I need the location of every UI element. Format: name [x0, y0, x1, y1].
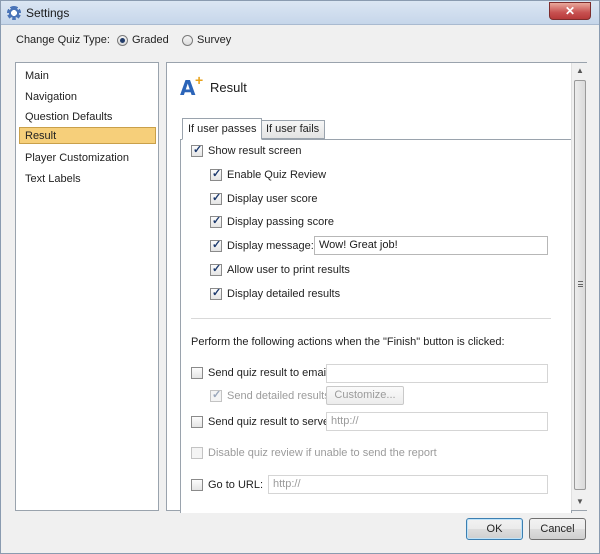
- cancel-button[interactable]: Cancel: [529, 518, 586, 540]
- server-url-input[interactable]: http://: [326, 412, 548, 431]
- section-title: Result: [210, 80, 247, 95]
- nav-item-main[interactable]: Main: [19, 67, 156, 84]
- graded-radio-label[interactable]: Graded: [132, 34, 169, 46]
- display-passing-score-checkbox[interactable]: [210, 214, 222, 228]
- display-message-label: Display message:: [227, 240, 314, 252]
- ok-button[interactable]: OK: [466, 518, 523, 540]
- send-email-checkbox[interactable]: [191, 367, 203, 379]
- allow-print-checkbox[interactable]: [210, 262, 222, 276]
- title-bar: Settings ✕: [1, 1, 599, 25]
- send-detailed-checkbox: [210, 388, 222, 402]
- email-input[interactable]: [326, 364, 548, 383]
- display-message-checkbox[interactable]: [210, 238, 222, 252]
- show-result-screen-label: Show result screen: [208, 145, 302, 157]
- tab-if-user-fails[interactable]: If user fails: [260, 120, 326, 139]
- send-server-label: Send quiz result to server:: [208, 416, 336, 428]
- send-detailed-label: Send detailed results: [227, 390, 330, 402]
- actions-heading: Perform the following actions when the "…: [191, 336, 505, 348]
- tab-if-user-passes[interactable]: If user passes: [182, 118, 263, 140]
- send-email-label: Send quiz result to email:: [208, 367, 332, 379]
- disable-review-label: Disable quiz review if unable to send th…: [208, 447, 437, 459]
- display-passing-score-label: Display passing score: [227, 216, 334, 228]
- settings-nav: Main Navigation Question Defaults Result…: [15, 62, 159, 511]
- scroll-thumb[interactable]: [574, 80, 586, 490]
- display-detailed-checkbox[interactable]: [210, 286, 222, 300]
- enable-quiz-review-label: Enable Quiz Review: [227, 169, 327, 181]
- graded-radio[interactable]: [117, 35, 128, 46]
- nav-item-navigation[interactable]: Navigation: [19, 88, 156, 105]
- send-server-checkbox[interactable]: [191, 416, 203, 428]
- nav-item-question-defaults[interactable]: Question Defaults: [19, 108, 156, 125]
- gear-icon: [7, 6, 21, 20]
- goto-url-input[interactable]: http://: [268, 475, 548, 494]
- scroll-down-arrow-icon[interactable]: ▼: [572, 494, 588, 510]
- nav-item-text-labels[interactable]: Text Labels: [19, 170, 156, 187]
- disable-review-checkbox: [191, 447, 203, 459]
- customize-button[interactable]: Customize...: [326, 386, 404, 405]
- show-result-screen-checkbox[interactable]: [191, 143, 203, 157]
- settings-window: Settings ✕ Change Quiz Type: Graded Surv…: [0, 0, 600, 554]
- goto-url-label: Go to URL:: [208, 479, 264, 491]
- result-icon: A +: [180, 72, 204, 100]
- nav-item-result[interactable]: Result: [19, 127, 156, 144]
- survey-radio-label[interactable]: Survey: [197, 34, 231, 46]
- grip-icon: [578, 281, 583, 287]
- survey-radio[interactable]: [182, 35, 193, 46]
- display-detailed-label: Display detailed results: [227, 288, 341, 300]
- vertical-scrollbar[interactable]: ▲ ▼: [571, 63, 587, 510]
- close-button[interactable]: ✕: [549, 2, 591, 20]
- nav-item-player-customization[interactable]: Player Customization: [19, 149, 156, 166]
- enable-quiz-review-checkbox[interactable]: [210, 167, 222, 181]
- goto-url-checkbox[interactable]: [191, 479, 203, 491]
- allow-print-label: Allow user to print results: [227, 264, 350, 276]
- display-user-score-checkbox[interactable]: [210, 191, 222, 205]
- display-user-score-label: Display user score: [227, 193, 318, 205]
- window-title: Settings: [26, 6, 70, 20]
- divider: [191, 318, 551, 319]
- result-panel: A+ Result If user passes If user fails S…: [166, 62, 587, 513]
- quiz-type-label: Change Quiz Type:: [16, 34, 110, 46]
- display-message-input[interactable]: Wow! Great job!: [314, 236, 548, 255]
- scroll-up-arrow-icon[interactable]: ▲: [572, 63, 588, 79]
- tab-pane-passes: Show result screen Enable Quiz Review Di…: [180, 139, 572, 513]
- close-icon: ✕: [564, 4, 576, 18]
